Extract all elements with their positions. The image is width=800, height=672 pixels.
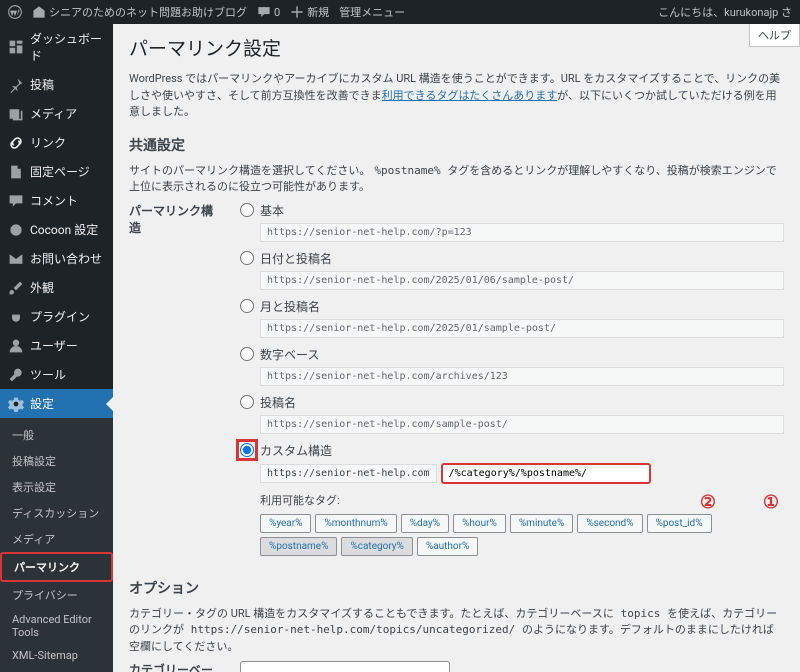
mail-icon xyxy=(8,251,24,267)
sidebar-sub-2[interactable]: 表示設定 xyxy=(0,474,113,500)
sidebar-item-8[interactable]: 外観 xyxy=(0,273,113,302)
category-base-input[interactable] xyxy=(240,661,450,672)
sidebar-item-0[interactable]: ダッシュボード xyxy=(0,24,113,70)
wp-logo-icon[interactable] xyxy=(8,5,22,19)
tags-doc-link[interactable]: 利用できるタグはたくさんあります xyxy=(382,89,558,102)
manage-menu[interactable]: 管理メニュー xyxy=(339,4,405,20)
sidebar-item-2[interactable]: メディア xyxy=(0,99,113,128)
radio-0[interactable] xyxy=(240,203,254,217)
sidebar-item-3[interactable]: リンク xyxy=(0,128,113,157)
sample-2: https://senior-net-help.com/2025/01/samp… xyxy=(260,319,784,338)
tag-postname[interactable]: %postname% xyxy=(260,537,337,556)
tag-post_id[interactable]: %post_id% xyxy=(647,514,712,533)
help-tab[interactable]: ヘルプ xyxy=(749,24,800,47)
media-icon xyxy=(8,106,24,122)
structure-label: パーマリンク構造 xyxy=(129,202,224,564)
radio-4[interactable] xyxy=(240,395,254,409)
tag-year[interactable]: %year% xyxy=(260,514,311,533)
sample-4: https://senior-net-help.com/sample-post/ xyxy=(260,415,784,434)
admin-sidebar: ダッシュボード投稿メディアリンク固定ページコメントCocoon 設定お問い合わせ… xyxy=(0,24,113,672)
dashboard-icon xyxy=(8,39,24,55)
sidebar-item-12[interactable]: 設定 xyxy=(0,389,113,418)
sidebar-item-9[interactable]: プラグイン xyxy=(0,302,113,331)
sample-0: https://senior-net-help.com/?p=123 xyxy=(260,223,784,242)
tag-category[interactable]: %category% xyxy=(341,537,412,556)
sidebar-sub-0[interactable]: 一般 xyxy=(0,422,113,448)
radio-1[interactable] xyxy=(240,251,254,265)
tag-author[interactable]: %author% xyxy=(417,537,478,556)
tool-icon xyxy=(8,367,24,383)
comments-link[interactable]: 0 xyxy=(257,5,280,19)
cocoon-icon xyxy=(8,222,24,238)
sidebar-item-1[interactable]: 投稿 xyxy=(0,70,113,99)
sidebar-sub-3[interactable]: ディスカッション xyxy=(0,500,113,526)
tag-minute[interactable]: %minute% xyxy=(510,514,573,533)
greeting[interactable]: こんにちは、kurukonajp さ xyxy=(658,4,792,20)
sample-3: https://senior-net-help.com/archives/123 xyxy=(260,367,784,386)
tag-hour[interactable]: %hour% xyxy=(453,514,506,533)
link-icon xyxy=(8,135,24,151)
page-icon xyxy=(8,164,24,180)
tag-monthnum[interactable]: %monthnum% xyxy=(315,514,396,533)
sidebar-item-11[interactable]: ツール xyxy=(0,360,113,389)
sidebar-item-6[interactable]: Cocoon 設定 xyxy=(0,215,113,244)
radio-2[interactable] xyxy=(240,299,254,313)
site-name: シニアのためのネット問題お助けブログ xyxy=(49,4,247,20)
radio-custom[interactable] xyxy=(240,443,254,457)
settings-icon xyxy=(8,396,24,412)
pin-icon xyxy=(8,77,24,93)
sidebar-sub-7[interactable]: Advanced Editor Tools xyxy=(0,608,113,644)
site-link[interactable]: シニアのためのネット問題お助けブログ xyxy=(32,4,247,20)
sidebar-sub-8[interactable]: XML-Sitemap xyxy=(0,644,113,667)
new-link[interactable]: 新規 xyxy=(290,4,329,20)
sidebar-item-5[interactable]: コメント xyxy=(0,186,113,215)
plug-icon xyxy=(8,309,24,325)
user-icon xyxy=(8,338,24,354)
sidebar-item-10[interactable]: ユーザー xyxy=(0,331,113,360)
annotation-1: ① xyxy=(763,492,779,513)
sidebar-sub-1[interactable]: 投稿設定 xyxy=(0,448,113,474)
tag-second[interactable]: %second% xyxy=(577,514,642,533)
sidebar-item-7[interactable]: お問い合わせ xyxy=(0,244,113,273)
tag-day[interactable]: %day% xyxy=(401,514,449,533)
h2-common: 共通設定 xyxy=(129,135,784,155)
page-title: パーマリンク設定 xyxy=(129,34,784,61)
h2-options: オプション xyxy=(129,578,784,598)
sidebar-sub-6[interactable]: プライバシー xyxy=(0,582,113,608)
annotation-2: ② xyxy=(700,492,716,513)
sidebar-sub-9[interactable]: Post Types Order xyxy=(0,667,113,672)
custom-base: https://senior-net-help.com xyxy=(260,464,437,483)
radio-3[interactable] xyxy=(240,347,254,361)
sidebar-sub-5[interactable]: パーマリンク xyxy=(0,552,113,582)
brush-icon xyxy=(8,280,24,296)
sidebar-item-4[interactable]: 固定ページ xyxy=(0,157,113,186)
custom-structure-input[interactable] xyxy=(441,463,651,484)
comment-icon xyxy=(8,193,24,209)
sample-1: https://senior-net-help.com/2025/01/06/s… xyxy=(260,271,784,290)
sidebar-sub-4[interactable]: メディア xyxy=(0,526,113,552)
